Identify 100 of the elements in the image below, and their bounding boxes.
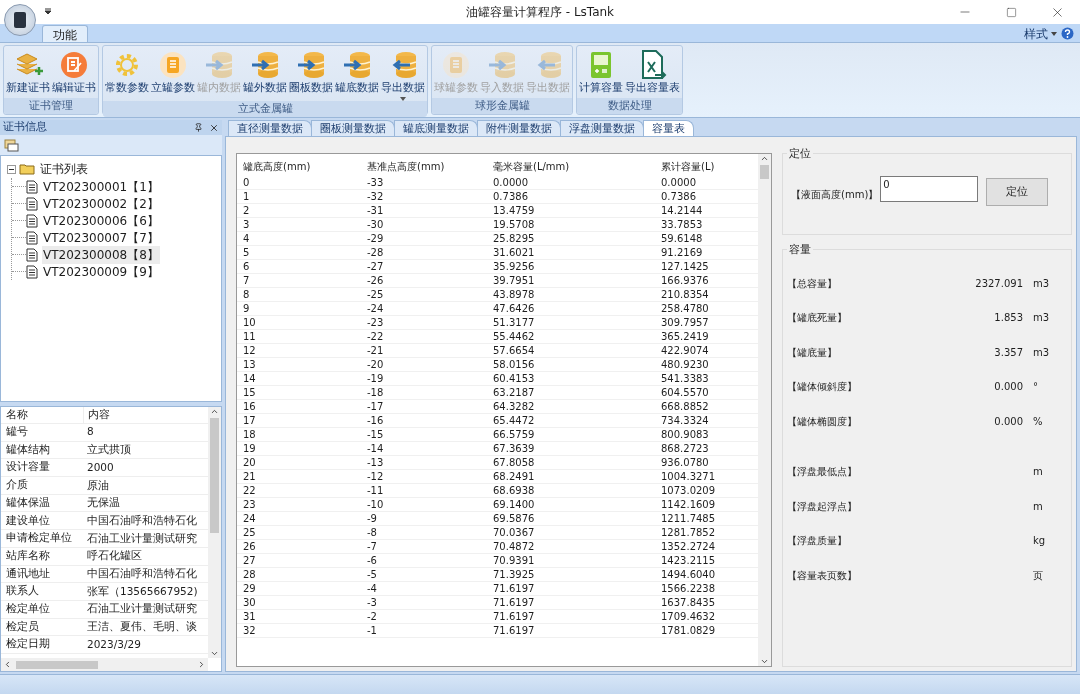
ribbon-button[interactable]: 编辑证书 bbox=[51, 50, 97, 97]
tree-item[interactable]: VT202300008【8】 bbox=[42, 245, 160, 264]
tree-item[interactable]: VT202300007【7】 bbox=[42, 228, 160, 247]
tree-item[interactable]: VT202300009【9】 bbox=[42, 262, 160, 281]
scroll-up-icon[interactable] bbox=[210, 407, 219, 416]
scroll-down-icon[interactable] bbox=[210, 649, 219, 658]
tree-item[interactable]: 证书列表 bbox=[40, 160, 88, 178]
property-name: 罐号 bbox=[5, 424, 29, 441]
property-name: 设计容量 bbox=[5, 459, 51, 476]
tab[interactable]: 直径测量数据 bbox=[228, 120, 312, 136]
capacity-label: 【浮盘最低点】 bbox=[787, 465, 858, 480]
ribbon-button[interactable]: 常数参数 bbox=[104, 50, 150, 97]
table-cell-text: 51.3177 bbox=[492, 316, 536, 329]
table-cell-text: 422.9074 bbox=[660, 344, 710, 357]
property-name: 建设单位 bbox=[5, 512, 51, 529]
table-cell-text: -1 bbox=[366, 624, 378, 637]
document-icon bbox=[26, 213, 38, 228]
ribbon-button[interactable]: 圈板数据 bbox=[288, 50, 334, 97]
tab[interactable]: 附件测量数据 bbox=[477, 120, 561, 136]
table-cell-text: 166.9376 bbox=[660, 274, 710, 287]
table-cell-text: 27 bbox=[242, 554, 257, 567]
quick-access-menu-icon[interactable] bbox=[44, 8, 52, 16]
tab[interactable]: 容量表 bbox=[643, 120, 694, 136]
database-import-icon bbox=[487, 51, 517, 79]
ribbon-button[interactable]: 立罐参数 bbox=[150, 50, 196, 97]
ribbon-button[interactable]: 导出容量表 bbox=[624, 50, 681, 97]
table-cell-text: 58.0156 bbox=[492, 358, 536, 371]
ribbon-group-label: 球形金属罐 bbox=[432, 98, 572, 114]
table-cell-text: 71.6197 bbox=[492, 610, 536, 623]
tab[interactable]: 圈板测量数据 bbox=[311, 120, 395, 136]
property-value: 中国石油呼和浩特石化 bbox=[86, 512, 197, 528]
help-icon[interactable] bbox=[1061, 27, 1074, 40]
scroll-thumb[interactable] bbox=[760, 165, 769, 179]
caret-icon bbox=[1051, 31, 1057, 36]
capacity-label: 【浮盘质量】 bbox=[787, 534, 848, 549]
unit-label: % bbox=[1032, 414, 1044, 429]
table-cell-text: 55.4462 bbox=[492, 330, 536, 343]
scroll-down-icon[interactable] bbox=[760, 657, 769, 666]
property-name: 申请检定单位 bbox=[5, 530, 73, 547]
style-menu[interactable]: 样式 bbox=[1024, 24, 1057, 43]
property-value: 王洁、夏伟、毛明、谈 bbox=[86, 619, 197, 635]
tab[interactable]: 浮盘测量数据 bbox=[560, 120, 644, 136]
tab[interactable]: 罐底测量数据 bbox=[394, 120, 478, 136]
ribbon-tab[interactable]: 功能 bbox=[42, 25, 88, 42]
certificate-list-icon[interactable] bbox=[4, 138, 19, 152]
table-cell-text: 8 bbox=[242, 288, 251, 301]
ribbon-button[interactable]: 新建证书 bbox=[5, 50, 51, 97]
table-cell-text: 1352.2724 bbox=[660, 540, 717, 553]
liquid-height-field[interactable]: 0 bbox=[880, 176, 979, 202]
collapse-icon[interactable] bbox=[7, 164, 16, 174]
table-cell-text: -21 bbox=[366, 344, 385, 357]
scroll-thumb[interactable] bbox=[210, 418, 219, 533]
locate-button[interactable]: 定位 bbox=[986, 178, 1049, 206]
property-value: 石油工业计量测试研究 bbox=[86, 530, 197, 546]
tree-item[interactable]: VT202300001【1】 bbox=[42, 177, 160, 196]
vertical-scrollbar[interactable] bbox=[758, 154, 771, 666]
unit-label: m3 bbox=[1032, 276, 1051, 291]
ribbon-button[interactable]: 导出数据 bbox=[380, 50, 426, 101]
table-cell-text: -16 bbox=[366, 414, 385, 427]
table-cell-text: 25.8295 bbox=[492, 232, 536, 245]
ribbon-group-label: 证书管理 bbox=[4, 98, 98, 114]
table-cell-text: 25 bbox=[242, 526, 257, 539]
horizontal-scrollbar[interactable] bbox=[1, 658, 208, 671]
pin-icon[interactable] bbox=[194, 123, 203, 132]
table-cell-text: 24 bbox=[242, 512, 257, 525]
scroll-up-icon[interactable] bbox=[760, 154, 769, 163]
table-cell-text: 1 bbox=[242, 190, 251, 203]
ribbon-button[interactable]: 计算容量 bbox=[578, 50, 624, 97]
scroll-thumb[interactable] bbox=[16, 660, 98, 669]
table-cell-text: 14.2144 bbox=[660, 204, 704, 217]
capacity-value: 3.357 bbox=[994, 345, 1023, 360]
tree-item[interactable]: VT202300006【6】 bbox=[42, 211, 160, 230]
table-cell-text: -26 bbox=[366, 274, 385, 287]
property-value: 无保温 bbox=[86, 495, 120, 511]
table-cell-text: -10 bbox=[366, 498, 385, 511]
table-cell-text: 1211.7485 bbox=[660, 512, 717, 525]
property-value: 2023/3/29 bbox=[86, 636, 141, 652]
table-cell-text: -5 bbox=[366, 568, 378, 581]
scroll-left-icon[interactable] bbox=[3, 660, 12, 669]
table-cell-text: -19 bbox=[366, 372, 385, 385]
table-cell-text: 1423.2115 bbox=[660, 554, 717, 567]
vertical-scrollbar[interactable] bbox=[208, 407, 221, 658]
table-cell-text: 258.4780 bbox=[660, 302, 710, 315]
document-list-icon bbox=[442, 51, 470, 79]
column-header: 内容 bbox=[83, 406, 110, 424]
tree-item[interactable]: VT202300002【2】 bbox=[42, 194, 160, 213]
table-cell-text: 1073.0209 bbox=[660, 484, 717, 497]
table-cell-text: 68.6938 bbox=[492, 484, 536, 497]
capacity-label: 【容量表页数】 bbox=[787, 568, 858, 583]
table-cell-text: 1142.1609 bbox=[660, 498, 717, 511]
ribbon-button[interactable]: 罐底数据 bbox=[334, 50, 380, 97]
close-icon[interactable] bbox=[209, 122, 219, 133]
table-cell-text: 66.5759 bbox=[492, 428, 536, 441]
scroll-right-icon[interactable] bbox=[197, 660, 206, 669]
table-cell-text: 21 bbox=[242, 470, 257, 483]
capacity-label: 【罐体倾斜度】 bbox=[787, 380, 858, 395]
ribbon-button[interactable]: 罐外数据 bbox=[242, 50, 288, 97]
capacity-value: 2327.091 bbox=[975, 276, 1023, 291]
property-name: 检定日期 bbox=[5, 636, 51, 653]
table-cell-text: 43.8978 bbox=[492, 288, 536, 301]
